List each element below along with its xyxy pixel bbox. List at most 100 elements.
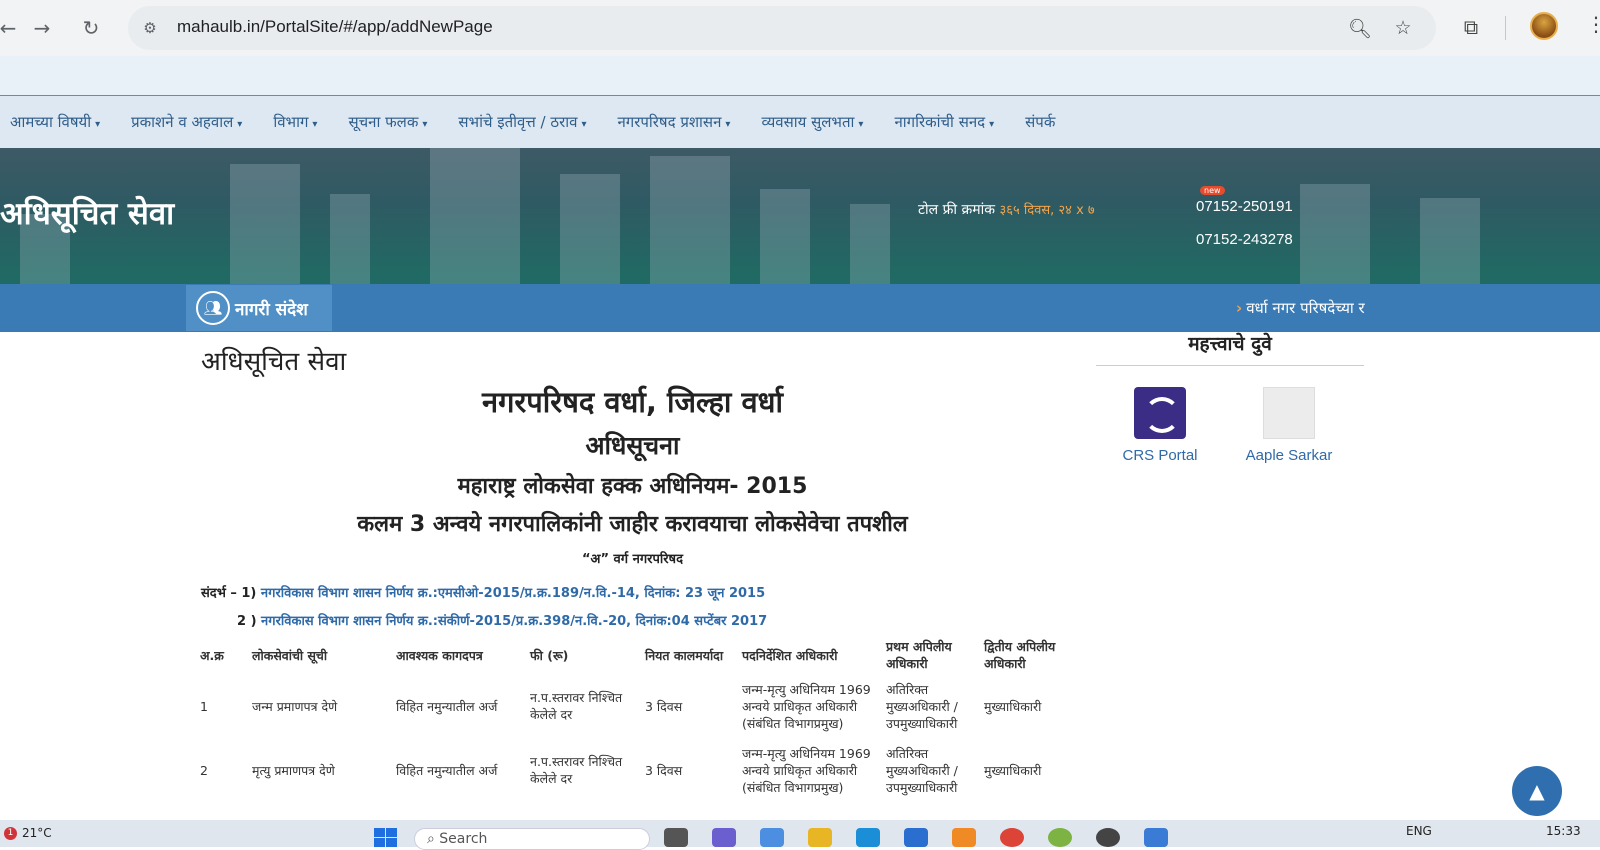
file-explorer-icon[interactable] <box>808 828 832 847</box>
menu-item-label: प्रकाशने व अहवाल <box>131 113 234 131</box>
services-table: अ.क्र लोकसेवांची सूची आवश्यक कागदपत्र फी… <box>200 636 1080 802</box>
weather-widget[interactable]: 1 21°C <box>4 826 52 840</box>
menu-item-about[interactable]: आमच्या विषयी ▾ <box>10 112 100 132</box>
store-icon[interactable] <box>904 828 928 847</box>
column-header: लोकसेवांची सूची <box>252 647 328 663</box>
menu-item-label: सभांचे इतीवृत्त / ठराव <box>458 113 578 131</box>
chevron-down-icon: ▾ <box>858 119 864 130</box>
chrome-icon[interactable] <box>1000 828 1024 847</box>
notice-line-section: कलम 3 अन्वये नगरपालिकांनी जाहीर करावयाचा… <box>357 512 908 537</box>
table-cell: विहित नमुन्यातील अर्ज <box>396 762 498 778</box>
menu-item-ease-of-business[interactable]: व्यवसाय सुलभता ▾ <box>761 112 863 132</box>
chat-app-icon[interactable] <box>712 828 736 847</box>
reload-icon[interactable]: ↻ <box>75 12 107 44</box>
tollfree-hours: ३६५ दिवस, २४ x ७ <box>999 203 1095 218</box>
toolbar-divider <box>1505 16 1506 40</box>
table-cell: अतिरिक्त मुख्यअधिकारी / उपमुख्याधिकारी <box>886 745 958 795</box>
language-indicator[interactable]: ENG <box>1406 824 1432 838</box>
chevron-right-icon: › <box>1236 299 1243 317</box>
main-navigation: आमच्या विषयी ▾ प्रकाशने व अहवाल ▾ विभाग ▾ स… <box>0 96 1600 148</box>
app-icon[interactable] <box>1096 828 1120 847</box>
url-text[interactable]: mahaulb.in/PortalSite/#/app/addNewPage <box>177 17 493 37</box>
reference-1: संदर्भ – 1) नगरविकास विभाग शासन निर्णय क… <box>201 583 765 601</box>
news-bar: 👥︎ नागरी संदेश › वर्धा नगर परिषदेच्या र <box>0 284 1600 332</box>
chevron-down-icon: ▾ <box>581 119 587 130</box>
menu-item-publications[interactable]: प्रकाशने व अहवाल ▾ <box>131 112 242 132</box>
windows-start-icon[interactable] <box>374 828 398 847</box>
new-badge: new <box>1200 186 1225 195</box>
important-links-title: महत्त्वाचे दुवे <box>1188 333 1272 355</box>
news-ticker[interactable]: › वर्धा नगर परिषदेच्या र <box>1236 298 1365 318</box>
column-header: आवश्यक कागदपत्र <box>396 647 483 663</box>
menu-item-label: संपर्क <box>1025 113 1056 131</box>
column-header: फी (रू) <box>530 647 569 663</box>
profile-avatar[interactable] <box>1530 12 1558 40</box>
users-icon: 👥︎ <box>196 291 230 325</box>
extensions-icon[interactable]: ⧉ <box>1456 12 1486 42</box>
browser-toolbar: ← → ↻ ⚙ mahaulb.in/PortalSite/#/app/addN… <box>0 0 1600 56</box>
table-cell: 1 <box>200 698 208 714</box>
back-arrow-icon[interactable]: ← <box>0 12 24 44</box>
scroll-to-top-button[interactable]: ▲ <box>1512 766 1562 816</box>
menu-item-meeting-minutes[interactable]: सभांचे इतीवृत्त / ठराव ▾ <box>458 112 586 132</box>
notepad-icon[interactable] <box>1144 828 1168 847</box>
menu-item-notice-board[interactable]: सूचना फलक ▾ <box>348 112 427 132</box>
firefox-icon[interactable] <box>952 828 976 847</box>
site-info-icon[interactable]: ⚙ <box>138 16 162 40</box>
table-cell: जन्म-मृत्यु अधिनियम 1969 अन्वये प्राधिकृ… <box>742 745 871 795</box>
address-bar[interactable]: ⚙ mahaulb.in/PortalSite/#/app/addNewPage… <box>128 6 1436 50</box>
crs-portal-logo-icon <box>1134 387 1186 439</box>
column-header: द्वितीय अपिलीय अधिकारी <box>984 639 1056 671</box>
table-cell: अतिरिक्त मुख्यअधिकारी / उपमुख्याधिकारी <box>886 681 958 731</box>
column-header: नियत कालमर्यादा <box>645 647 724 663</box>
reference-2-link[interactable]: नगरविकास विभाग शासन निर्णय क्र.:संकीर्ण-… <box>261 614 767 629</box>
taskbar-search-placeholder: Search <box>439 831 488 847</box>
aaple-sarkar-logo-icon <box>1263 387 1315 439</box>
aaple-sarkar-link[interactable]: Aaple Sarkar <box>1236 387 1342 464</box>
table-cell: मृत्यु प्रमाणपत्र देणे <box>252 762 335 778</box>
copilot-icon[interactable] <box>760 828 784 847</box>
notification-badge: 1 <box>4 826 17 840</box>
reference-1-link[interactable]: नगरविकास विभाग शासन निर्णय क्र.:एमसीओ-20… <box>261 586 765 601</box>
start-tile <box>374 838 385 847</box>
page-banner: अधिसूचित सेवा टोल फ्री क्रमांक ३६५ दिवस,… <box>0 148 1600 284</box>
banner-building-graphic <box>850 204 890 284</box>
banner-building-graphic <box>560 174 620 284</box>
aaple-sarkar-label: Aaple Sarkar <box>1245 447 1333 464</box>
menu-item-label: सूचना फलक <box>348 113 419 131</box>
edge-browser-icon[interactable] <box>856 828 880 847</box>
sidebar-divider <box>1096 365 1364 366</box>
zoom-icon[interactable]: 🔍︎ <box>1348 16 1372 40</box>
windows-taskbar: 1 21°C ⌕ Search ENG 15:33 <box>0 820 1600 850</box>
menu-item-label: आमच्या विषयी <box>10 113 92 131</box>
bookmark-star-icon[interactable]: ☆ <box>1391 16 1415 40</box>
page-title: अधिसूचित सेवा <box>201 347 347 377</box>
forward-arrow-icon[interactable]: → <box>26 12 58 44</box>
start-tile <box>374 828 385 837</box>
table-row: 2 मृत्यु प्रमाणपत्र देणे विहित नमुन्याती… <box>200 738 1080 802</box>
banner-building-graphic <box>1300 184 1370 284</box>
clock[interactable]: 15:33 <box>1546 824 1581 838</box>
phone-number-2[interactable]: 07152-243278 <box>1196 231 1293 248</box>
reference-2: 2 ) नगरविकास विभाग शासन निर्णय क्र.:संकी… <box>237 611 767 629</box>
table-cell: 2 <box>200 762 208 778</box>
table-cell: मुख्याधिकारी <box>984 698 1042 714</box>
start-tile <box>386 838 397 847</box>
chevron-down-icon: ▾ <box>237 119 243 130</box>
menu-item-departments[interactable]: विभाग ▾ <box>273 112 317 132</box>
banner-building-graphic <box>1420 198 1480 284</box>
browser-menu-icon[interactable]: ⋮ <box>1586 12 1600 42</box>
chevron-down-icon: ▾ <box>312 119 318 130</box>
menu-item-citizen-charter[interactable]: नागरिकांची सनद ▾ <box>894 112 994 132</box>
phone-number-1[interactable]: 07152-250191 <box>1196 198 1293 215</box>
crs-portal-link[interactable]: CRS Portal <box>1118 387 1202 464</box>
app-icon[interactable] <box>1048 828 1072 847</box>
notice-line-act: महाराष्ट्र लोकसेवा हक्क अधिनियम- 2015 <box>457 474 808 499</box>
menu-item-administration[interactable]: नगरपरिषद प्रशासन ▾ <box>617 112 730 132</box>
chevron-down-icon: ▾ <box>725 119 731 130</box>
task-view-icon[interactable] <box>664 828 688 847</box>
menu-item-contact[interactable]: संपर्क <box>1025 112 1055 132</box>
chevron-down-icon: ▾ <box>422 119 428 130</box>
table-cell: न.प.स्तरावर निश्चित केलेले दर <box>530 690 623 722</box>
chevron-down-icon: ▾ <box>95 119 101 130</box>
